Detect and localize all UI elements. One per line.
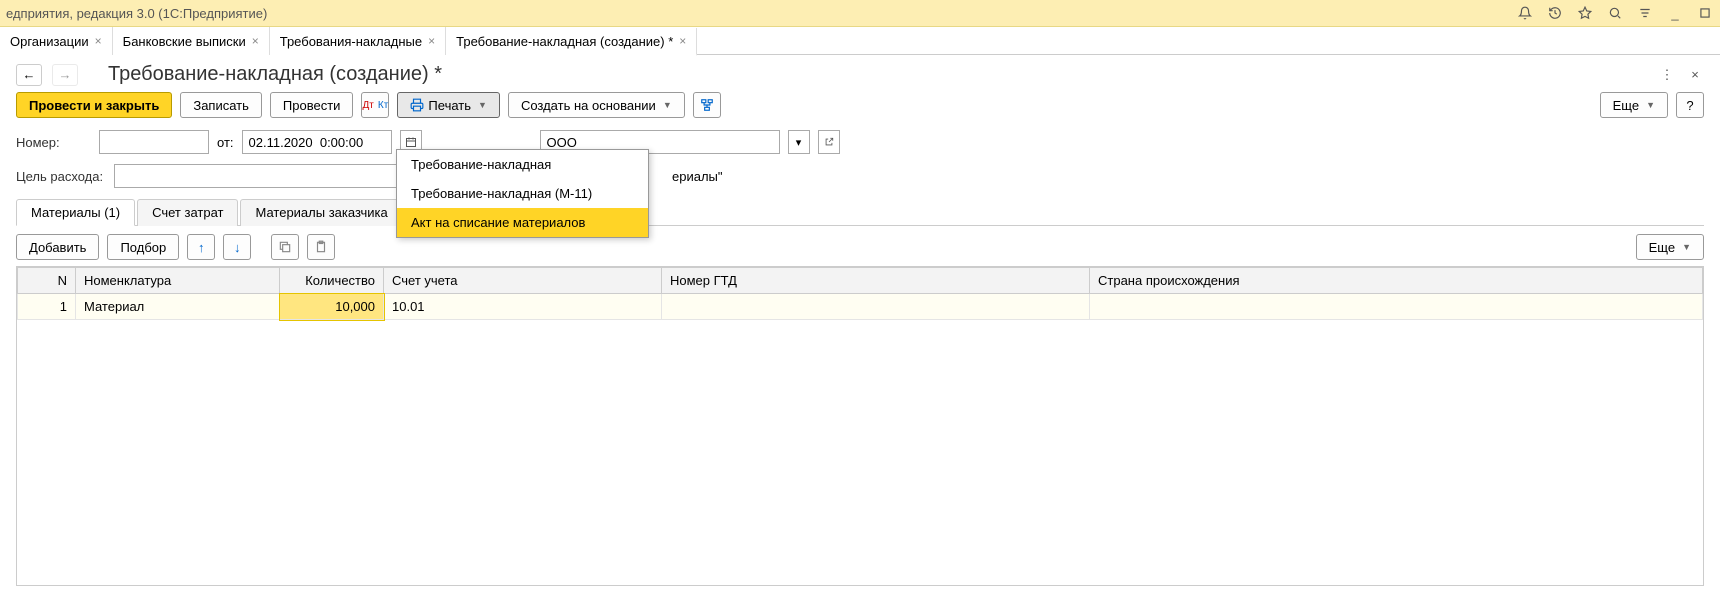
- save-button[interactable]: Записать: [180, 92, 262, 118]
- minimize-icon[interactable]: _: [1666, 4, 1684, 22]
- sub-toolbar: Добавить Подбор ↑ ↓ Еще ▼: [16, 234, 1704, 260]
- back-button[interactable]: ←: [16, 64, 42, 86]
- search-icon[interactable]: [1606, 4, 1624, 22]
- post-button[interactable]: Провести: [270, 92, 354, 118]
- close-page-icon[interactable]: ×: [1686, 66, 1704, 84]
- bell-icon[interactable]: [1516, 4, 1534, 22]
- create-based-on-button[interactable]: Создать на основании ▼: [508, 92, 685, 118]
- sub-more-button[interactable]: Еще ▼: [1636, 234, 1704, 260]
- cell-country[interactable]: [1090, 294, 1703, 320]
- kebab-icon[interactable]: ⋮: [1658, 66, 1676, 84]
- materials-table: N Номенклатура Количество Счет учета Ном…: [17, 267, 1703, 320]
- number-field[interactable]: [99, 130, 209, 154]
- dtkt-button[interactable]: ДтКт: [361, 92, 389, 118]
- number-label: Номер:: [16, 135, 91, 150]
- pick-button[interactable]: Подбор: [107, 234, 179, 260]
- more-button[interactable]: Еще ▼: [1600, 92, 1668, 118]
- cell-quantity[interactable]: 10,000: [280, 294, 384, 320]
- date-field[interactable]: [242, 130, 392, 154]
- tab-label: Организации: [10, 34, 89, 49]
- cell-account[interactable]: 10.01: [384, 294, 662, 320]
- history-icon[interactable]: [1546, 4, 1564, 22]
- forward-button[interactable]: →: [52, 64, 78, 86]
- subtab-cost-account[interactable]: Счет затрат: [137, 199, 238, 226]
- page-body: ← → Требование-накладная (создание) * ⋮ …: [0, 55, 1720, 594]
- close-icon[interactable]: ×: [428, 34, 435, 48]
- subtabs: Материалы (1) Счет затрат Материалы зака…: [16, 198, 1704, 226]
- nav-right: ⋮ ×: [1658, 66, 1704, 84]
- add-button[interactable]: Добавить: [16, 234, 99, 260]
- tab-request-create[interactable]: Требование-накладная (создание) * ×: [446, 28, 697, 56]
- goal-label: Цель расхода:: [16, 169, 106, 184]
- close-icon[interactable]: ×: [679, 34, 686, 48]
- tabs-bar: Организации × Банковские выписки × Требо…: [0, 27, 1720, 55]
- create-based-on-label: Создать на основании: [521, 98, 656, 113]
- menu-item-request[interactable]: Требование-накладная: [397, 150, 648, 179]
- move-down-button[interactable]: ↓: [223, 234, 251, 260]
- tab-requests[interactable]: Требования-накладные ×: [270, 27, 446, 55]
- star-icon[interactable]: [1576, 4, 1594, 22]
- sub-more-label: Еще: [1649, 240, 1675, 255]
- from-label: от:: [217, 135, 234, 150]
- menu-icon[interactable]: [1636, 4, 1654, 22]
- th-country[interactable]: Страна происхождения: [1090, 268, 1703, 294]
- chevron-down-icon: ▼: [1646, 100, 1655, 110]
- tab-label: Требования-накладные: [280, 34, 422, 49]
- tab-label: Банковские выписки: [123, 34, 246, 49]
- th-account[interactable]: Счет учета: [384, 268, 662, 294]
- help-button[interactable]: ?: [1676, 92, 1704, 118]
- maximize-icon[interactable]: [1696, 4, 1714, 22]
- printer-icon: [410, 98, 424, 112]
- goal-field[interactable]: [114, 164, 404, 188]
- chevron-down-icon: ▼: [478, 100, 487, 110]
- structure-button[interactable]: [693, 92, 721, 118]
- nav-row: ← → Требование-накладная (создание) * ⋮ …: [16, 63, 1704, 86]
- copy-button[interactable]: [271, 234, 299, 260]
- cell-gtd[interactable]: [662, 294, 1090, 320]
- move-up-button[interactable]: ↑: [187, 234, 215, 260]
- table-header-row: N Номенклатура Количество Счет учета Ном…: [18, 268, 1703, 294]
- titlebar-icons: _: [1516, 4, 1714, 22]
- table-row[interactable]: 1 Материал 10,000 10.01: [18, 294, 1703, 320]
- cell-n[interactable]: 1: [18, 294, 76, 320]
- materials-table-wrap: N Номенклатура Количество Счет учета Ном…: [16, 266, 1704, 586]
- paste-button[interactable]: [307, 234, 335, 260]
- cell-nomenclature[interactable]: Материал: [76, 294, 280, 320]
- select-dropdown-button[interactable]: ▾: [788, 130, 810, 154]
- close-icon[interactable]: ×: [252, 34, 259, 48]
- th-n[interactable]: N: [18, 268, 76, 294]
- tab-organizations[interactable]: Организации ×: [0, 27, 113, 55]
- subtab-customer-materials[interactable]: Материалы заказчика: [240, 199, 402, 226]
- chevron-down-icon: ▼: [1682, 242, 1691, 252]
- titlebar: едприятия, редакция 3.0 (1С:Предприятие)…: [0, 0, 1720, 27]
- menu-item-m11[interactable]: Требование-накладная (М-11): [397, 179, 648, 208]
- open-button[interactable]: [818, 130, 840, 154]
- more-label: Еще: [1613, 98, 1639, 113]
- app-title: едприятия, редакция 3.0 (1С:Предприятие): [6, 6, 267, 21]
- close-icon[interactable]: ×: [95, 34, 102, 48]
- form-row-goal: Цель расхода: ериалы": [16, 164, 1704, 188]
- subtab-materials[interactable]: Материалы (1): [16, 199, 135, 226]
- page-title: Требование-накладная (создание) *: [108, 63, 442, 86]
- tab-bank-statements[interactable]: Банковские выписки ×: [113, 27, 270, 55]
- print-button[interactable]: Печать ▼: [397, 92, 500, 118]
- main-toolbar: Провести и закрыть Записать Провести ДтК…: [16, 92, 1704, 118]
- th-nomenclature[interactable]: Номенклатура: [76, 268, 280, 294]
- chevron-down-icon: ▼: [663, 100, 672, 110]
- form-row-number: Номер: от: Организация: ООО ▾: [16, 130, 1704, 154]
- th-quantity[interactable]: Количество: [280, 268, 384, 294]
- tab-label: Требование-накладная (создание) *: [456, 34, 673, 49]
- th-gtd[interactable]: Номер ГТД: [662, 268, 1090, 294]
- print-label: Печать: [428, 98, 471, 113]
- goal-partial-text: ериалы": [672, 169, 723, 184]
- post-close-button[interactable]: Провести и закрыть: [16, 92, 172, 118]
- menu-item-writeoff-act[interactable]: Акт на списание материалов: [397, 208, 648, 237]
- print-dropdown: Требование-накладная Требование-накладна…: [396, 149, 649, 238]
